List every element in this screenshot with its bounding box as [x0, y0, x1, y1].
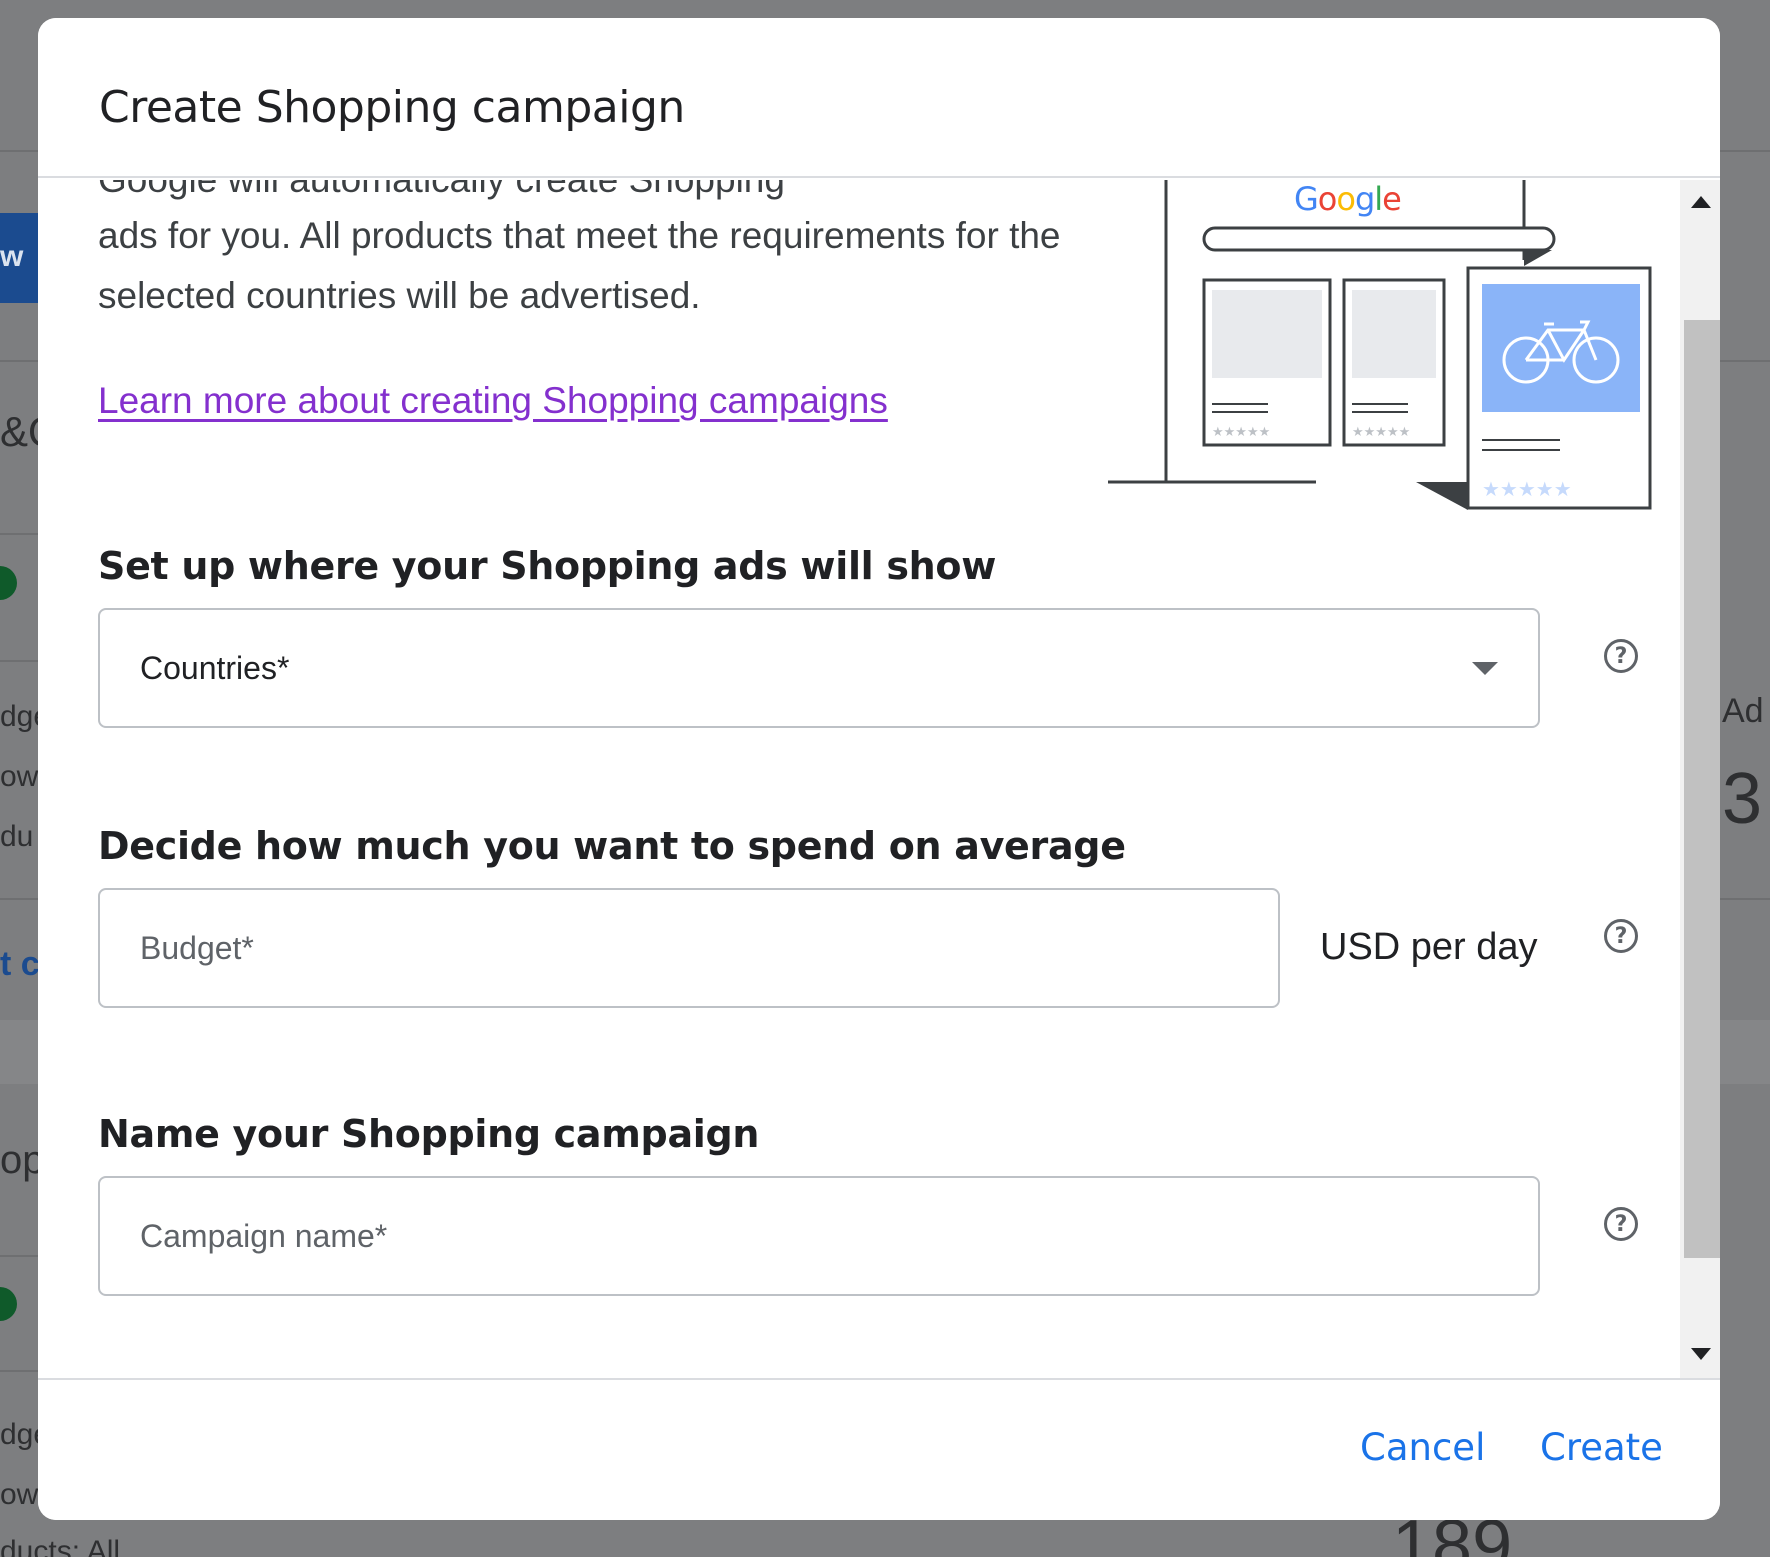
countries-select[interactable]: Countries*: [98, 608, 1540, 728]
budget-unit-label: USD per day: [1320, 926, 1538, 968]
bg-divider: [1720, 150, 1770, 152]
dialog-footer: Cancel Create: [38, 1378, 1720, 1520]
scrollbar-thumb[interactable]: [1684, 320, 1720, 1258]
svg-text:★★★★★: ★★★★★: [1212, 425, 1270, 440]
dialog-header: Create Shopping campaign: [38, 18, 1720, 178]
bg-metric-value: 3: [1722, 759, 1763, 839]
bg-divider: [0, 533, 40, 535]
scroll-down-icon[interactable]: [1691, 1348, 1711, 1360]
dropdown-arrow-icon: [1472, 662, 1498, 675]
bg-status-dot: [0, 566, 17, 600]
shopping-ads-illustration: ★★★★★ ★★★★★ ★★★★★: [1108, 180, 1652, 510]
help-icon[interactable]: ?: [1604, 639, 1638, 673]
bg-status-dot: [0, 1287, 17, 1321]
bg-button-text: w: [0, 240, 24, 273]
countries-select-label: Countries*: [140, 650, 290, 686]
bg-divider: [1720, 898, 1770, 900]
bg-divider: [0, 1370, 40, 1372]
budget-heading: Decide how much you want to spend on ave…: [98, 824, 1126, 868]
bg-divider: [0, 360, 40, 362]
svg-text:★★★★★: ★★★★★: [1352, 425, 1410, 440]
cancel-button[interactable]: Cancel: [1360, 1426, 1485, 1469]
bg-band: [1720, 1020, 1770, 1084]
bg-divider: [1720, 360, 1770, 362]
help-icon[interactable]: ?: [1604, 919, 1638, 953]
google-logo-text: Google: [1294, 180, 1402, 218]
bg-divider: [0, 1255, 40, 1257]
campaign-name-field[interactable]: [98, 1176, 1540, 1296]
bg-link-text: t c: [0, 945, 40, 983]
budget-field[interactable]: [98, 888, 1280, 1008]
intro-text: ads for you. All products that meet the …: [98, 215, 1061, 316]
bg-band: [0, 1020, 40, 1084]
budget-input[interactable]: [100, 890, 1278, 1006]
scroll-up-icon[interactable]: [1691, 196, 1711, 208]
create-shopping-campaign-dialog: Create Shopping campaign Google will aut…: [38, 18, 1720, 1520]
campaign-name-input[interactable]: [100, 1178, 1538, 1294]
bg-text: ducts: All: [0, 1535, 121, 1557]
learn-more-link[interactable]: Learn more about creating Shopping campa…: [98, 380, 888, 422]
campaign-name-heading: Name your Shopping campaign: [98, 1112, 760, 1156]
dialog-scrollbar[interactable]: [1680, 180, 1720, 1378]
bg-text: du: [0, 820, 34, 853]
bg-divider: [0, 898, 40, 900]
bg-column-header: Ad: [1722, 692, 1764, 730]
dialog-body[interactable]: Google will automatically create Shoppin…: [38, 180, 1720, 1378]
bg-divider: [0, 150, 40, 152]
location-heading: Set up where your Shopping ads will show: [98, 544, 997, 588]
google-logo: Google: [1294, 180, 1402, 218]
create-button[interactable]: Create: [1540, 1426, 1663, 1469]
svg-text:★★★★★: ★★★★★: [1482, 477, 1572, 501]
dialog-title: Create Shopping campaign: [99, 82, 685, 133]
help-icon[interactable]: ?: [1604, 1207, 1638, 1241]
bg-divider: [0, 660, 40, 662]
